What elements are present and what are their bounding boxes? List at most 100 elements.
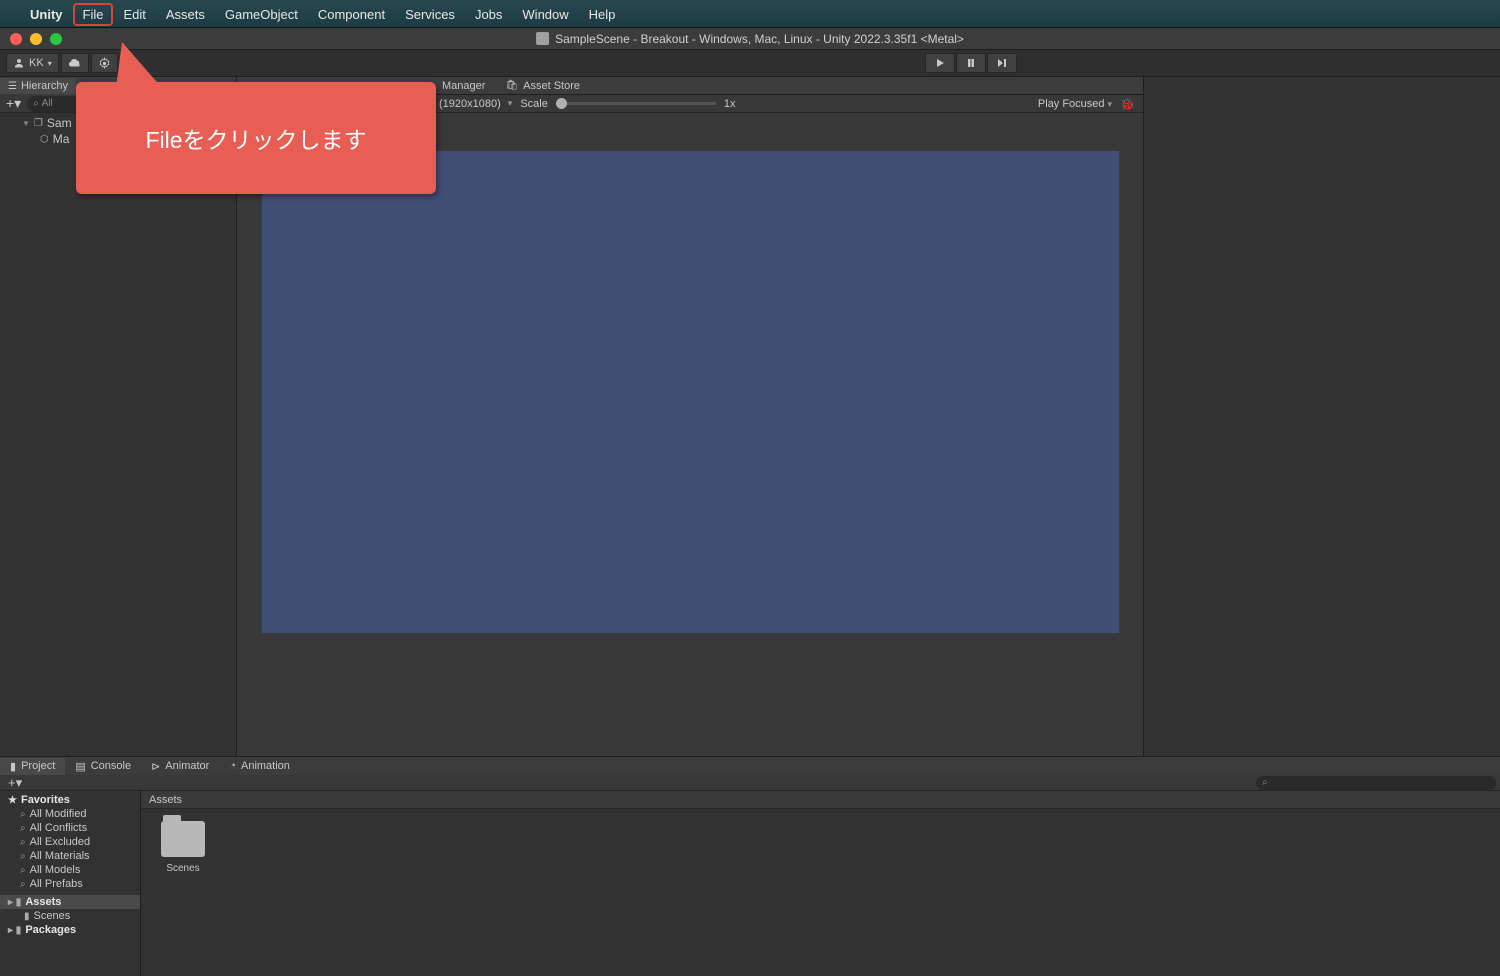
window-minimize-button[interactable] bbox=[30, 33, 42, 45]
assets-label: Assets bbox=[25, 896, 61, 908]
bug-icon[interactable]: 🐞 bbox=[1120, 97, 1135, 111]
search-icon: ⌕ bbox=[20, 809, 26, 820]
callout-text: Fileをクリックします bbox=[145, 121, 366, 155]
search-icon: ⌕ bbox=[20, 851, 26, 862]
asset-store-tab[interactable]: 🛍 Asset Store bbox=[495, 78, 590, 94]
animation-tab[interactable]: ◔ Animation bbox=[219, 758, 300, 774]
favorite-item[interactable]: ⌕All Conflicts bbox=[0, 821, 140, 835]
inspector-panel bbox=[1143, 77, 1500, 756]
menu-gameobject[interactable]: GameObject bbox=[215, 3, 308, 26]
hierarchy-tree: ▼ ❐ Sam ⬡ Ma bbox=[0, 113, 236, 756]
window-close-button[interactable] bbox=[10, 33, 22, 45]
window-maximize-button[interactable] bbox=[50, 33, 62, 45]
assets-header[interactable]: ▸ ▮ Assets bbox=[0, 895, 140, 909]
unity-toolbar: KK ▾ bbox=[0, 50, 1500, 77]
packages-label: Packages bbox=[25, 924, 76, 936]
animator-tab-label: Animator bbox=[165, 760, 209, 772]
project-tree: ★ Favorites ⌕All Modified ⌕All Conflicts… bbox=[0, 791, 141, 976]
assets-child[interactable]: ▮Scenes bbox=[0, 909, 140, 923]
window-titlebar: SampleScene - Breakout - Windows, Mac, L… bbox=[0, 28, 1500, 50]
project-tab[interactable]: ▮ Project bbox=[0, 758, 65, 775]
hierarchy-search-placeholder: All bbox=[42, 98, 53, 109]
menu-assets[interactable]: Assets bbox=[156, 3, 215, 26]
search-icon: ⌕ bbox=[20, 879, 26, 890]
game-canvas bbox=[262, 151, 1119, 633]
menu-window[interactable]: Window bbox=[512, 3, 578, 26]
menu-app[interactable]: Unity bbox=[20, 3, 73, 26]
step-button[interactable] bbox=[987, 53, 1017, 73]
cloud-button[interactable] bbox=[61, 53, 89, 73]
scale-slider[interactable] bbox=[556, 102, 716, 105]
hierarchy-gameobject-label: Ma bbox=[53, 132, 70, 146]
hierarchy-add-button[interactable]: +▾ bbox=[2, 95, 25, 112]
favorite-item[interactable]: ⌕All Excluded bbox=[0, 835, 140, 849]
project-toolbar: +▾ ⌕ bbox=[0, 775, 1500, 791]
favorite-item[interactable]: ⌕All Models bbox=[0, 863, 140, 877]
menu-help[interactable]: Help bbox=[579, 3, 626, 26]
scale-label: Scale bbox=[520, 98, 548, 110]
folder-icon: ▮ bbox=[24, 911, 30, 922]
search-icon: ⌕ bbox=[1262, 777, 1268, 788]
hierarchy-icon: ☰ bbox=[8, 81, 17, 92]
project-search[interactable]: ⌕ bbox=[1256, 776, 1496, 790]
scale-value: 1x bbox=[724, 98, 736, 110]
menu-edit[interactable]: Edit bbox=[113, 3, 155, 26]
hierarchy-tab[interactable]: ☰ Hierarchy bbox=[0, 78, 76, 94]
favorite-item[interactable]: ⌕All Prefabs bbox=[0, 877, 140, 891]
window-title: SampleScene - Breakout - Windows, Mac, L… bbox=[536, 32, 964, 46]
account-button[interactable]: KK ▾ bbox=[6, 53, 59, 73]
folder-icon bbox=[161, 821, 205, 857]
search-icon: ⌕ bbox=[20, 865, 26, 876]
folder-icon: ▮ bbox=[10, 760, 16, 773]
play-button[interactable] bbox=[925, 53, 955, 73]
folder-icon: ▸ ▮ bbox=[8, 925, 21, 936]
favorites-header[interactable]: ★ Favorites bbox=[0, 793, 140, 807]
unity-file-icon bbox=[536, 32, 549, 45]
menu-services[interactable]: Services bbox=[395, 3, 465, 26]
favorites-label: Favorites bbox=[21, 794, 70, 806]
bottom-tabbar: ▮ Project ▤ Console ⊳ Animator ◔ Animati… bbox=[0, 757, 1500, 775]
gameobject-icon: ⬡ bbox=[40, 134, 49, 145]
asset-store-label: Asset Store bbox=[523, 80, 580, 92]
search-icon: ⌕ bbox=[20, 837, 26, 848]
packages-header[interactable]: ▸ ▮ Packages bbox=[0, 923, 140, 937]
tutorial-callout: Fileをクリックします bbox=[76, 82, 436, 194]
project-tab-label: Project bbox=[21, 760, 55, 772]
search-icon: ⌕ bbox=[20, 823, 26, 834]
unity-scene-icon: ❐ bbox=[34, 118, 43, 129]
play-mode-dropdown[interactable]: Play Focused bbox=[1038, 98, 1112, 110]
play-controls bbox=[925, 53, 1017, 73]
bag-icon: 🛍 bbox=[505, 80, 518, 91]
menu-jobs[interactable]: Jobs bbox=[465, 3, 512, 26]
menu-file[interactable]: File bbox=[73, 3, 114, 26]
window-title-text: SampleScene - Breakout - Windows, Mac, L… bbox=[555, 32, 964, 46]
project-content: Assets Scenes bbox=[141, 791, 1500, 976]
animation-tab-label: Animation bbox=[241, 760, 290, 772]
project-grid: Scenes bbox=[141, 809, 1500, 976]
resolution-dropdown[interactable]: (1920x1080) bbox=[439, 98, 512, 110]
package-manager-tab[interactable]: Manager bbox=[432, 78, 495, 94]
pause-button[interactable] bbox=[956, 53, 986, 73]
breadcrumb-text: Assets bbox=[149, 794, 182, 806]
asset-folder[interactable]: Scenes bbox=[153, 821, 213, 874]
console-tab[interactable]: ▤ Console bbox=[65, 758, 141, 775]
account-label: KK bbox=[29, 57, 44, 69]
console-tab-label: Console bbox=[91, 760, 131, 772]
traffic-lights bbox=[0, 33, 62, 45]
project-breadcrumb[interactable]: Assets bbox=[141, 791, 1500, 809]
animator-tab[interactable]: ⊳ Animator bbox=[141, 758, 219, 775]
settings-button[interactable] bbox=[91, 53, 118, 73]
search-icon: ⌕ bbox=[33, 98, 39, 109]
animator-icon: ⊳ bbox=[151, 760, 160, 773]
project-add-button[interactable]: +▾ bbox=[4, 775, 26, 791]
hierarchy-tab-label: Hierarchy bbox=[21, 80, 68, 92]
console-icon: ▤ bbox=[75, 760, 85, 773]
mac-menubar: Unity File Edit Assets GameObject Compon… bbox=[0, 0, 1500, 28]
game-view bbox=[237, 113, 1143, 756]
animation-icon: ◔ bbox=[229, 760, 236, 772]
expand-icon[interactable]: ▼ bbox=[22, 119, 30, 128]
favorite-item[interactable]: ⌕All Modified bbox=[0, 807, 140, 821]
menu-component[interactable]: Component bbox=[308, 3, 395, 26]
project-body: ★ Favorites ⌕All Modified ⌕All Conflicts… bbox=[0, 791, 1500, 976]
favorite-item[interactable]: ⌕All Materials bbox=[0, 849, 140, 863]
